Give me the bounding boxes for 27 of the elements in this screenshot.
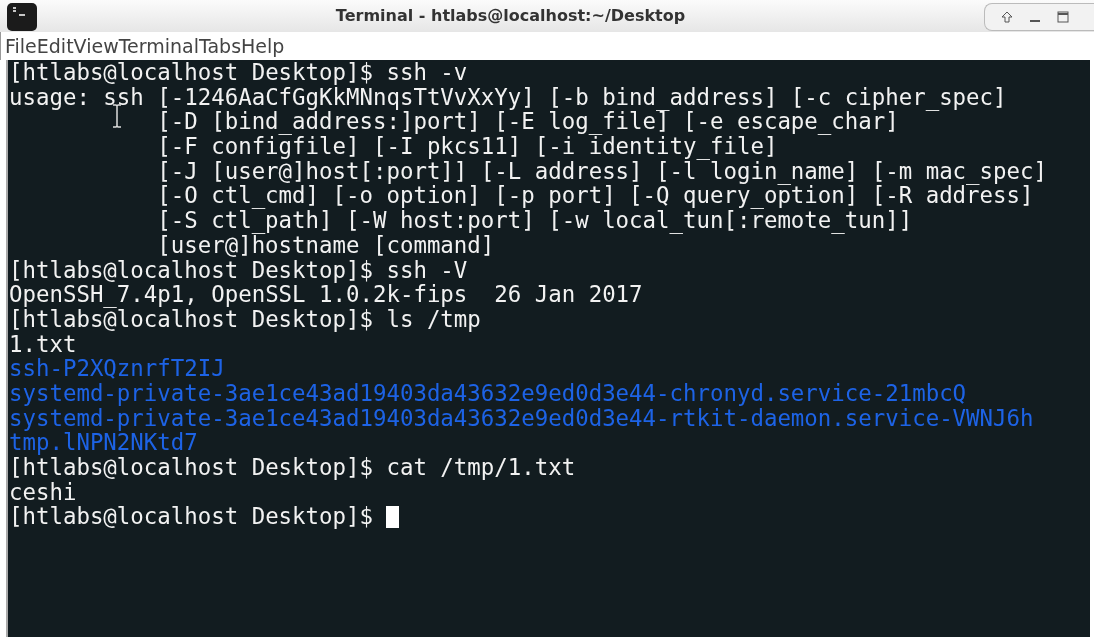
output-line: [htlabs@localhost Desktop]$ ssh -v [9,60,468,85]
shade-icon[interactable] [1001,11,1013,23]
output-line: 1.txt [9,331,77,357]
menu-item[interactable]: Terminal [118,32,199,60]
text-cursor-icon [112,104,122,128]
menu-item[interactable]: File [5,32,37,60]
prompt-line: [htlabs@localhost Desktop]$ [9,504,374,530]
directory-name: ssh-P2XQznrfT2IJ [9,356,225,381]
output-line: [-D [bind_address:]port] [-E log_file] [-e escape_char] [157,109,899,135]
menu-item[interactable]: Help [241,32,285,60]
output-line: [htlabs@localhost Desktop]$ ssh -V [9,257,468,283]
directory-name: systemd-private-3ae1ce43ad19403da43632e9ed0d3e44-chronyd.service-21mbcQ [9,380,967,406]
menu-item[interactable]: Tabs [199,32,242,60]
directory-name: tmp.lNPN2NKtd7 [9,430,198,455]
output-line: [-F configfile] [-I pkcs11] [-i identity_file] [157,134,778,159]
output-line: [htlabs@localhost Desktop]$ cat /tmp/1.txt [9,455,576,480]
block-cursor [386,505,400,528]
output-line: [-S ctl_path] [-W host:port] [-w local_tun[:remote_tun]] [157,208,913,233]
terminal-app-icon [7,2,37,31]
output-line: usage: ssh [-1246AaCfGgKkMNnqsTtVvXxYy] [-b bind_address] [-c cipher_spec] [9,84,1007,110]
menu-item[interactable]: View [73,32,119,60]
maximize-icon[interactable] [1057,11,1069,23]
window-title: Terminal - htlabs@localhost:~/Desktop [335,5,686,27]
output-line: ceshi [9,479,77,505]
directory-name: systemd-private-3ae1ce43ad19403da43632e9ed0d3e44-rtkit-daemon.service-VWNJ6h [9,405,1034,431]
output-line: OpenSSH_7.4p1, OpenSSL 1.0.2k-fips 26 Jan 2017 [9,282,643,307]
menu-item[interactable]: Edit [36,32,74,60]
